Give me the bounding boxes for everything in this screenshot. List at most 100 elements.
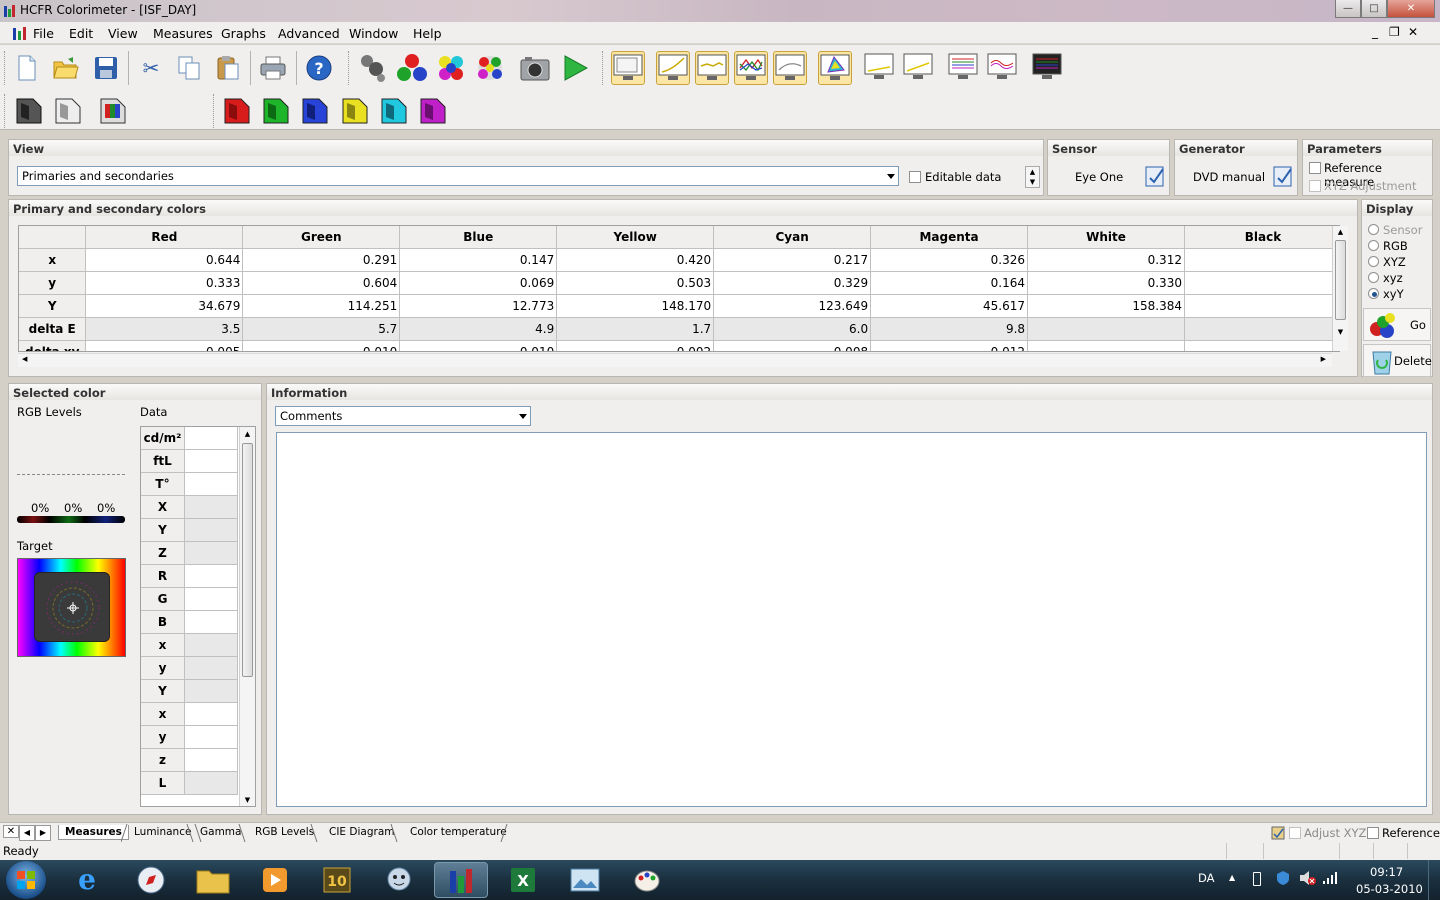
table-cell[interactable]: 0.644: [85, 248, 244, 272]
monitor-cie-icon[interactable]: [818, 51, 852, 85]
monitor-view-icon[interactable]: [611, 51, 645, 85]
monitor-dark-icon[interactable]: [1030, 51, 1064, 85]
taskbar-messenger-icon[interactable]: [372, 862, 426, 898]
scroll-thumb[interactable]: [1335, 240, 1346, 320]
table-cell[interactable]: 0.069: [399, 271, 558, 295]
menu-edit[interactable]: Edit: [69, 26, 93, 41]
table-cell[interactable]: [1183, 248, 1339, 272]
display-radio-sensor[interactable]: [1368, 224, 1379, 235]
table-cell[interactable]: 0.503: [556, 271, 715, 295]
primary-horizontal-scrollbar[interactable]: ◀ ▶: [18, 353, 1332, 367]
green-saturation-icon[interactable]: [259, 94, 293, 128]
table-cell[interactable]: 0.420: [556, 248, 715, 272]
wifi-signal-icon[interactable]: [1322, 871, 1338, 885]
cut-scissors-icon[interactable]: ✂: [134, 51, 168, 85]
table-cell[interactable]: 1.7: [556, 317, 715, 341]
data-row-value[interactable]: [184, 472, 238, 496]
monitor-luminance-icon[interactable]: [656, 51, 690, 85]
scroll-up-icon[interactable]: ▲: [240, 427, 255, 441]
table-cell[interactable]: 148.170: [556, 294, 715, 318]
taskbar-hcfr-icon[interactable]: [434, 862, 488, 898]
data-row-value[interactable]: [184, 771, 238, 795]
table-cell[interactable]: 114.251: [242, 294, 401, 318]
tab-measures[interactable]: Measures: [58, 825, 129, 840]
red-saturation-icon[interactable]: [220, 94, 254, 128]
display-radio-rgb[interactable]: [1368, 240, 1379, 251]
data-row-value[interactable]: [184, 518, 238, 542]
table-cell[interactable]: 0.326: [870, 248, 1029, 272]
row-header[interactable]: x: [19, 248, 87, 272]
taskbar-ie-icon[interactable]: e: [60, 862, 114, 898]
data-row-value[interactable]: [184, 587, 238, 611]
play-measure-icon[interactable]: [558, 51, 592, 85]
taskbar-media-player-icon[interactable]: [248, 862, 302, 898]
save-disk-icon[interactable]: [89, 51, 123, 85]
menu-advanced[interactable]: Advanced: [278, 26, 340, 41]
table-cell[interactable]: 5.7: [242, 317, 401, 341]
table-cell[interactable]: 0.329: [713, 271, 872, 295]
scroll-left-icon[interactable]: ◀: [22, 355, 27, 363]
taskbar-photo-viewer-icon[interactable]: [558, 862, 612, 898]
show-hidden-icons-icon[interactable]: ▲: [1229, 873, 1235, 882]
taskbar-explorer-icon[interactable]: [186, 862, 240, 898]
data-row-value[interactable]: [184, 495, 238, 519]
table-cell[interactable]: 12.773: [399, 294, 558, 318]
monitor-gamma-icon[interactable]: [695, 51, 729, 85]
clock-date[interactable]: 05-03-2010: [1356, 882, 1423, 896]
table-cell[interactable]: 4.9: [399, 317, 558, 341]
column-header-black[interactable]: Black: [1183, 226, 1339, 249]
view-spinner[interactable]: ▲ ▼: [1025, 166, 1040, 188]
maximize-button[interactable]: □: [1361, 0, 1387, 18]
sensor-config-icon[interactable]: [1144, 164, 1166, 188]
near-black-measure-icon[interactable]: [51, 94, 85, 128]
scroll-up-icon[interactable]: ▲: [1333, 226, 1348, 238]
display-radio-xyy[interactable]: [1368, 288, 1379, 299]
language-indicator[interactable]: DA: [1198, 871, 1215, 885]
taskbar-app-10-icon[interactable]: 10: [310, 862, 364, 898]
table-cell[interactable]: 6.0: [713, 317, 872, 341]
comments-textarea[interactable]: [276, 432, 1427, 807]
editable-data-checkbox[interactable]: [909, 171, 921, 183]
column-header-yellow[interactable]: Yellow: [556, 226, 715, 249]
display-radio-xyz[interactable]: [1368, 256, 1379, 267]
table-cell[interactable]: 0.604: [242, 271, 401, 295]
tab-nav-next[interactable]: ▶: [35, 825, 51, 841]
start-button[interactable]: [6, 861, 46, 899]
table-cell[interactable]: 45.617: [870, 294, 1029, 318]
row-header[interactable]: delta xy: [19, 340, 87, 351]
data-row-value[interactable]: [184, 748, 238, 772]
magenta-saturation-icon[interactable]: [416, 94, 450, 128]
taskbar-safari-icon[interactable]: [124, 862, 178, 898]
yellow-saturation-icon[interactable]: [338, 94, 372, 128]
primary-vertical-scrollbar[interactable]: ▲ ▼: [1332, 226, 1348, 351]
adjust-xyz-checkbox[interactable]: [1289, 827, 1301, 839]
rgb-primaries-icon[interactable]: [395, 51, 429, 85]
column-header-magenta[interactable]: Magenta: [870, 226, 1029, 249]
volume-muted-icon[interactable]: [1298, 870, 1316, 886]
table-cell[interactable]: [1027, 340, 1185, 351]
cyan-saturation-icon[interactable]: [377, 94, 411, 128]
data-row-value[interactable]: [184, 725, 238, 749]
close-button[interactable]: ✕: [1387, 0, 1435, 18]
mdi-close-button[interactable]: ✕: [1408, 25, 1418, 39]
table-cell[interactable]: [1183, 317, 1339, 341]
data-row-value[interactable]: [184, 633, 238, 657]
blue-saturation-icon[interactable]: [298, 94, 332, 128]
reference-checkbox[interactable]: [1367, 827, 1379, 839]
monitor-white-icon[interactable]: [862, 51, 896, 85]
information-select[interactable]: Comments: [275, 406, 531, 426]
table-cell[interactable]: 34.679: [85, 294, 244, 318]
table-cell[interactable]: 123.649: [713, 294, 872, 318]
help-icon[interactable]: ?: [302, 51, 336, 85]
new-document-icon[interactable]: [10, 51, 44, 85]
secondary-colors-icon[interactable]: [434, 51, 468, 85]
table-cell[interactable]: [1183, 340, 1339, 351]
row-header[interactable]: delta E: [19, 317, 87, 341]
menu-window[interactable]: Window: [349, 26, 398, 41]
menu-graphs[interactable]: Graphs: [221, 26, 266, 41]
menu-view[interactable]: View: [108, 26, 138, 41]
data-row-value[interactable]: [184, 656, 238, 680]
clock-time[interactable]: 09:17: [1370, 865, 1403, 879]
table-cell[interactable]: [1027, 317, 1185, 341]
monitor-yellow-icon[interactable]: [901, 51, 935, 85]
